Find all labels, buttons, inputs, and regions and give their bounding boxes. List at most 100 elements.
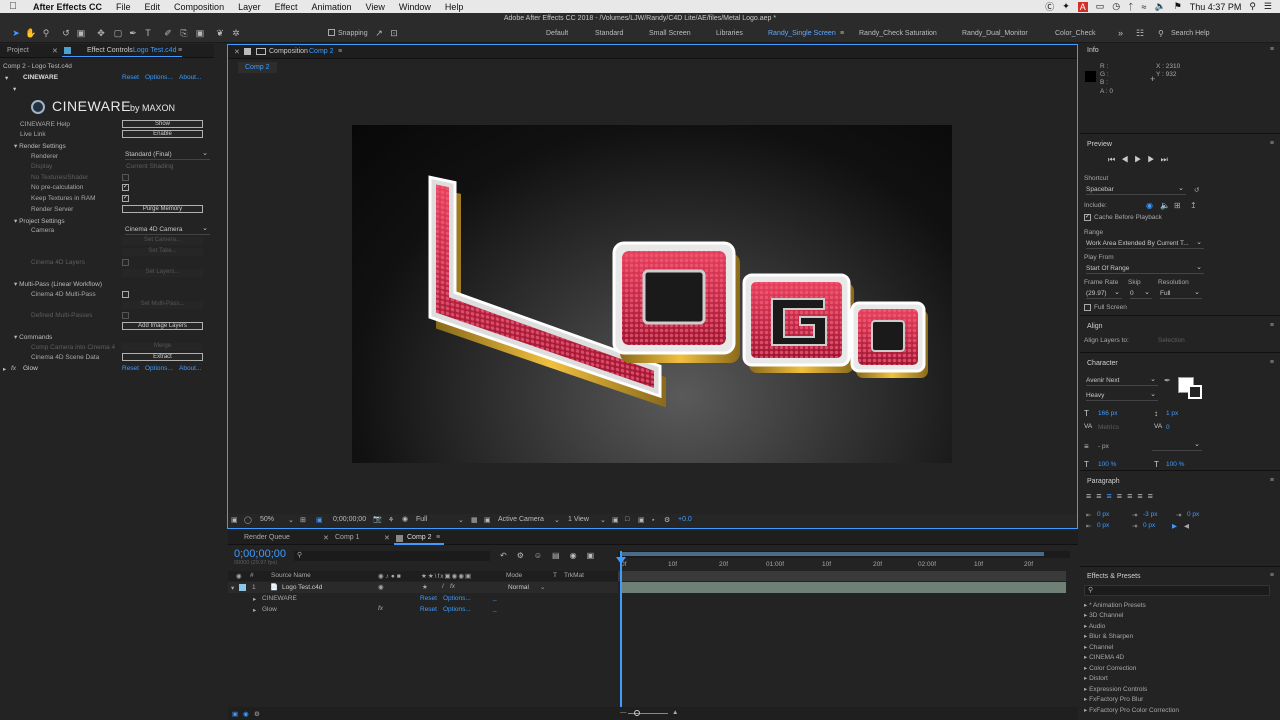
graph-editor-icon[interactable]: ▣: [587, 551, 605, 560]
cineware-about-link[interactable]: About...: [179, 74, 201, 81]
frame-blending-icon[interactable]: ▤: [552, 551, 570, 560]
composition-tab-name[interactable]: Comp 2: [309, 48, 334, 55]
c4d-multipass-checkbox[interactable]: [122, 291, 129, 298]
menu-animation[interactable]: Animation: [304, 2, 358, 12]
glow-fx-icon[interactable]: fx: [11, 365, 16, 372]
close-tab-icon[interactable]: ✕: [384, 534, 390, 542]
vertical-scale-value[interactable]: 100 %: [1098, 461, 1116, 468]
include-export-icon[interactable]: ↥: [1190, 201, 1197, 210]
last-frame-icon[interactable]: ⏭: [1161, 155, 1174, 164]
justify-right-icon[interactable]: ≡: [1137, 491, 1147, 501]
airplay-icon[interactable]: ▭: [1096, 1, 1105, 12]
range-dropdown[interactable]: Work Area Extended By Current T...: [1086, 238, 1204, 249]
set-camera-button[interactable]: Set Camera...: [122, 237, 203, 245]
commands-section[interactable]: ▾ Commands: [14, 333, 52, 341]
defined-multipass-checkbox[interactable]: [122, 312, 129, 319]
sync-settings-icon[interactable]: ☷: [1136, 28, 1144, 39]
next-frame-icon[interactable]: ▶: [1147, 155, 1160, 164]
twirl-icon[interactable]: ▸: [253, 595, 256, 603]
menu-effect[interactable]: Effect: [268, 2, 305, 12]
workspace-menu-icon[interactable]: ≡: [840, 30, 844, 37]
space-before-value[interactable]: 0 px: [1097, 522, 1109, 529]
keep-textures-checkbox[interactable]: ✓: [122, 195, 129, 202]
roto-brush-tool-icon[interactable]: ❦: [214, 27, 226, 39]
menu-composition[interactable]: Composition: [167, 2, 231, 12]
comp-panel-menu-icon[interactable]: ≡: [338, 48, 342, 55]
renderer-dropdown[interactable]: Standard (Final): [125, 149, 210, 160]
space-after-value[interactable]: 0 px: [1143, 522, 1155, 529]
pan-behind-tool-icon[interactable]: ✥: [95, 27, 107, 39]
tab-comp-1[interactable]: Comp 1: [335, 534, 360, 541]
no-textures-checkbox[interactable]: [122, 174, 129, 181]
eraser-tool-icon[interactable]: ▣: [194, 27, 206, 39]
glow-reset-link[interactable]: Reset: [122, 365, 139, 372]
visibility-icon[interactable]: ◉: [378, 583, 384, 591]
fx-reset-link[interactable]: Reset: [420, 595, 437, 602]
indent-first-value[interactable]: -3 px: [1143, 511, 1157, 518]
workspace-color-check[interactable]: Color_Check: [1055, 30, 1095, 37]
always-preview-icon[interactable]: ▣: [231, 516, 238, 524]
justify-all-icon[interactable]: ≡: [1148, 491, 1158, 501]
chevron-down-icon[interactable]: ⌄: [554, 516, 560, 524]
twirl-icon[interactable]: ▾: [231, 584, 234, 592]
chevron-down-icon[interactable]: ⌄: [540, 583, 545, 591]
flag-icon[interactable]: ⚑: [1174, 1, 1182, 12]
stroke-width-value[interactable]: - px: [1098, 443, 1109, 450]
purge-memory-button[interactable]: Purge Memory: [122, 205, 203, 213]
glow-twirl-icon[interactable]: ▸: [3, 365, 6, 373]
reset-shortcut-icon[interactable]: ↺: [1194, 186, 1199, 194]
layer-row[interactable]: ▾ 1 📄 Logo Test.c4d ◉ ★ / fx Normal ⌄: [228, 582, 618, 593]
glow-options-link[interactable]: Options...: [145, 365, 173, 372]
shy-switch-icon[interactable]: ★: [422, 583, 428, 591]
workspace-standard[interactable]: Standard: [595, 30, 623, 37]
current-time-indicator[interactable]: [620, 551, 622, 720]
rotate-tool-icon[interactable]: ↺: [60, 27, 72, 39]
skype-icon[interactable]: Ⓒ: [1045, 0, 1054, 13]
play-from-dropdown[interactable]: Start Of Range: [1086, 263, 1204, 274]
selection-tool-icon[interactable]: ➤: [10, 27, 22, 39]
fx-switch-icon[interactable]: fx: [450, 583, 455, 590]
frame-rate-dropdown[interactable]: (29.97): [1086, 288, 1122, 299]
effect-category[interactable]: ▸ * Animation Presets: [1084, 601, 1146, 609]
toggle-pixel-aspect-icon[interactable]: ▣: [612, 516, 619, 524]
render-settings-section[interactable]: ▾ Render Settings: [14, 142, 66, 150]
align-left-icon[interactable]: ≡: [1086, 491, 1096, 501]
motion-blur-icon[interactable]: ◉: [570, 551, 587, 560]
cineware-twirl-icon[interactable]: ▾: [5, 74, 8, 82]
toggle-modes-icon[interactable]: ◉: [243, 710, 249, 718]
effects-menu-icon[interactable]: ≡: [1270, 572, 1274, 579]
lock-icon[interactable]: [244, 48, 251, 55]
align-center-icon[interactable]: ≡: [1096, 491, 1106, 501]
show-help-button[interactable]: Show: [122, 120, 203, 128]
rtl-direction-icon[interactable]: ◀: [1184, 522, 1189, 530]
rectangle-tool-icon[interactable]: ▢: [112, 27, 124, 39]
view-layout-dropdown[interactable]: 1 View: [568, 516, 589, 523]
type-tool-icon[interactable]: T: [142, 27, 154, 39]
snap-grid-icon[interactable]: ⊡: [388, 27, 400, 39]
grid-icon[interactable]: ⊞: [300, 516, 306, 524]
more-workspaces-icon[interactable]: »: [1118, 28, 1123, 38]
project-settings-section[interactable]: ▾ Project Settings: [14, 217, 65, 225]
enable-live-link-button[interactable]: Enable: [122, 130, 203, 138]
composition-viewer[interactable]: [229, 75, 1077, 512]
fx-reset-link[interactable]: Reset: [420, 606, 437, 613]
add-image-layers-button[interactable]: Add Image Layers: [122, 322, 203, 330]
timeline-menu-icon[interactable]: ≡: [436, 534, 440, 541]
include-audio-icon[interactable]: 🔈: [1160, 201, 1170, 210]
resolution-dropdown[interactable]: Full: [416, 516, 427, 523]
extract-button[interactable]: Extract: [122, 353, 203, 361]
fx-more-link[interactable]: _: [493, 605, 497, 612]
layer-label-color[interactable]: [239, 584, 246, 591]
c4d-layers-checkbox[interactable]: [122, 259, 129, 266]
fx-more-link[interactable]: _: [493, 594, 497, 601]
menu-file[interactable]: File: [109, 2, 138, 12]
stroke-style-dropdown[interactable]: [1152, 440, 1202, 451]
channel-icon[interactable]: ◉: [402, 515, 408, 523]
toggle-switches-icon[interactable]: ▣: [232, 710, 238, 718]
effect-category[interactable]: ▸ CINEMA 4D: [1084, 653, 1124, 661]
chevron-down-icon[interactable]: ⌄: [458, 516, 464, 524]
wifi-icon[interactable]: ≈: [1142, 2, 1147, 12]
full-screen-checkbox[interactable]: [1084, 304, 1091, 311]
panel-menu-icon[interactable]: ≡: [178, 47, 182, 54]
roi-icon[interactable]: ▣: [316, 516, 323, 524]
